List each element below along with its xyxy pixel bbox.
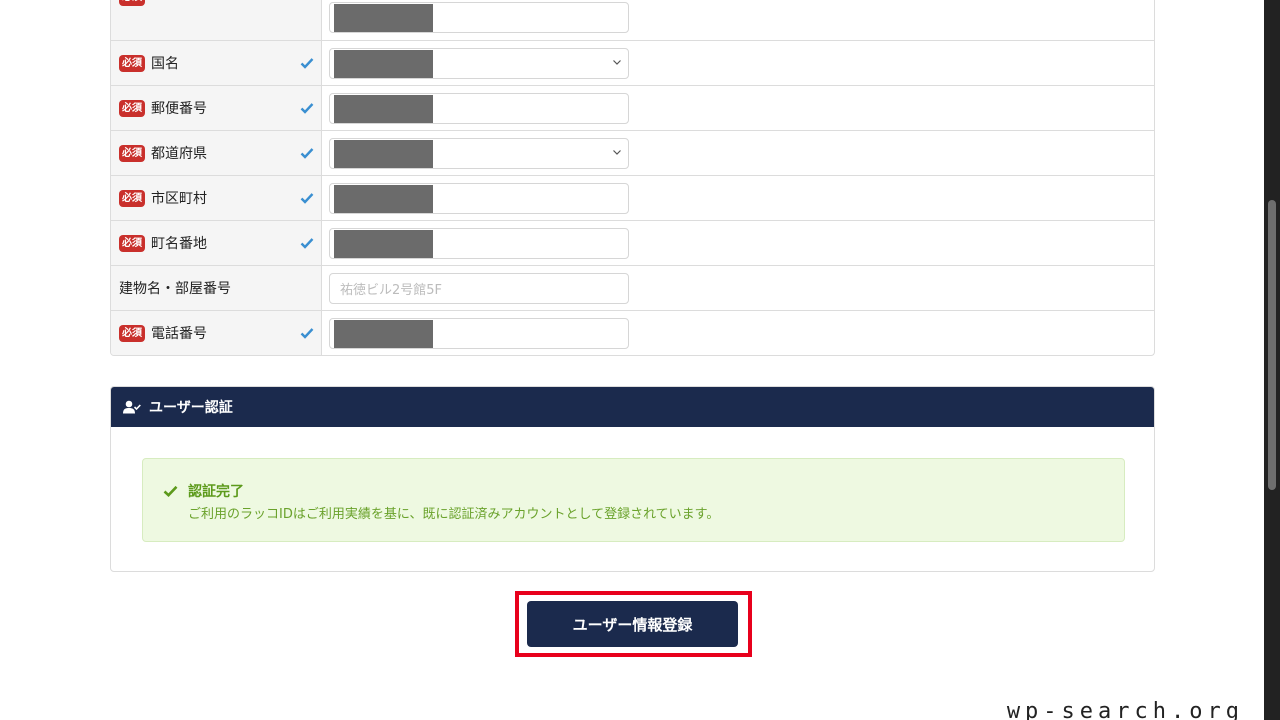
form-row-label-cell: 必須 都道府県 xyxy=(111,131,322,175)
form-row-label-cell: 必須 市区町村 xyxy=(111,176,322,220)
form-row: 必須 xyxy=(111,0,1154,40)
required-badge: 必須 xyxy=(119,189,145,207)
chevron-down-icon xyxy=(613,60,621,65)
auth-card-header: ユーザー認証 xyxy=(111,387,1154,427)
form-row-value-cell xyxy=(322,41,1154,85)
register-user-button[interactable]: ユーザー情報登録 xyxy=(527,601,738,647)
form-row: 必須 都道府県 xyxy=(111,130,1154,175)
auth-success-alert: 認証完了 ご利用のラッコIDはご利用実績を基に、既に認証済みアカウントとして登録… xyxy=(142,458,1125,542)
form-row: 必須 町名番地 xyxy=(111,220,1154,265)
form-input[interactable] xyxy=(329,317,629,349)
input-placeholder: 祐徳ビル2号館5F xyxy=(340,282,443,298)
check-icon xyxy=(163,485,178,497)
form-row-value-cell: 祐徳ビル2号館5F xyxy=(322,266,1154,310)
form-select[interactable] xyxy=(329,47,629,79)
form-row: 必須 電話番号 xyxy=(111,310,1154,355)
required-badge: 必須 xyxy=(119,324,145,342)
form-input[interactable]: 祐徳ビル2号館5F xyxy=(329,272,629,304)
form-row-label-cell: 必須 電話番号 xyxy=(111,311,322,355)
form-row: 必須 市区町村 xyxy=(111,175,1154,220)
watermark: wp-search.org xyxy=(1006,699,1244,720)
redacted-value xyxy=(334,319,433,348)
address-form-table: 必須必須国名必須郵便番号必須都道府県必須市区町村必須町名番地建物名・部屋番号祐徳… xyxy=(110,0,1155,356)
form-row-value-cell xyxy=(322,176,1154,220)
redacted-value xyxy=(334,49,433,78)
required-badge: 必須 xyxy=(119,54,145,72)
redacted-value xyxy=(334,229,433,258)
form-row-label-cell: 建物名・部屋番号 xyxy=(111,266,322,310)
chevron-down-icon xyxy=(613,150,621,155)
check-icon xyxy=(300,193,314,204)
check-icon xyxy=(300,103,314,114)
required-badge: 必須 xyxy=(119,234,145,252)
form-row-value-cell xyxy=(322,221,1154,265)
form-row-label: 国名 xyxy=(151,56,179,72)
check-icon xyxy=(300,58,314,69)
form-input[interactable] xyxy=(329,92,629,124)
form-input[interactable] xyxy=(329,2,629,33)
check-icon xyxy=(300,148,314,159)
check-icon xyxy=(300,328,314,339)
redacted-value xyxy=(334,94,433,123)
form-row-value-cell xyxy=(322,311,1154,355)
form-row-label-cell: 必須 国名 xyxy=(111,41,322,85)
form-row-label: 市区町村 xyxy=(151,191,207,207)
form-row-value-cell xyxy=(322,0,1154,40)
auth-card-title: ユーザー認証 xyxy=(149,400,233,416)
form-row: 建物名・部屋番号 祐徳ビル2号館5F xyxy=(111,265,1154,310)
form-row-label: 都道府県 xyxy=(151,146,207,162)
user-check-icon xyxy=(123,400,141,414)
form-row-label: 建物名・部屋番号 xyxy=(119,281,231,297)
form-row-label-cell: 必須 郵便番号 xyxy=(111,86,322,130)
required-badge: 必須 xyxy=(119,0,145,6)
form-row-label: 郵便番号 xyxy=(151,101,207,117)
scrollbar-track[interactable] xyxy=(1264,0,1280,720)
form-row-label-cell: 必須 xyxy=(111,0,322,40)
redacted-value xyxy=(334,139,433,168)
scrollbar-thumb[interactable] xyxy=(1268,200,1276,490)
form-input[interactable] xyxy=(329,182,629,214)
form-row-label-cell: 必須 町名番地 xyxy=(111,221,322,265)
form-row-label: 電話番号 xyxy=(151,326,207,342)
form-row: 必須 国名 xyxy=(111,40,1154,85)
alert-title: 認証完了 xyxy=(188,484,244,500)
form-row-value-cell xyxy=(322,86,1154,130)
redacted-value xyxy=(334,4,433,32)
form-row: 必須 郵便番号 xyxy=(111,85,1154,130)
user-auth-card: ユーザー認証 認証完了 ご利用のラッコIDはご利用実績を基に、既に認証済みアカウ… xyxy=(110,386,1155,572)
alert-message: ご利用のラッコIDはご利用実績を基に、既に認証済みアカウントとして登録されていま… xyxy=(188,507,720,522)
form-select[interactable] xyxy=(329,137,629,169)
check-icon xyxy=(300,238,314,249)
required-badge: 必須 xyxy=(119,99,145,117)
form-row-label: 町名番地 xyxy=(151,236,207,252)
form-input[interactable] xyxy=(329,227,629,259)
required-badge: 必須 xyxy=(119,144,145,162)
redacted-value xyxy=(334,184,433,213)
form-row-value-cell xyxy=(322,131,1154,175)
